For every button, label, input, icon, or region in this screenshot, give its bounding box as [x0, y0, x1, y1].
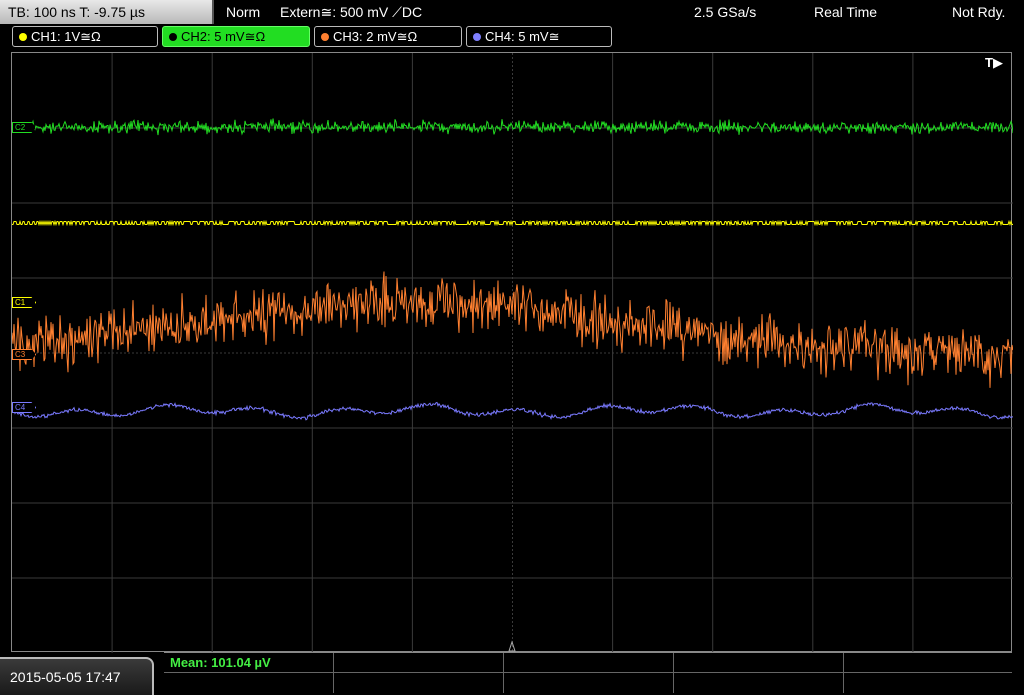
channel-4-dot-icon [473, 33, 481, 41]
waveform-canvas [12, 53, 1013, 653]
channel-bar: CH1: 1V≅Ω CH2: 5 mV≅Ω CH3: 2 mV≅Ω CH4: 5… [0, 26, 1024, 48]
graticule-grid [12, 53, 1013, 653]
measurement-cell-empty[interactable] [504, 673, 674, 693]
trigger-position-marker[interactable]: T▶ [985, 55, 1003, 71]
channel-4-button[interactable]: CH4: 5 mV≅ [466, 26, 612, 47]
channel-4-label: CH4: 5 mV≅ [485, 29, 560, 44]
channel-1-trace [12, 219, 1013, 227]
channel-2-button[interactable]: CH2: 5 mV≅Ω [162, 26, 310, 47]
channel-3-offset-marker[interactable]: C3 [12, 349, 37, 360]
timebase-readout[interactable]: TB: 100 ns T: -9.75 µs [0, 0, 214, 24]
trigger-source[interactable]: Extern≅: 500 mV ⟋DC [280, 0, 422, 24]
channel-4-offset-marker[interactable]: C4 [12, 402, 37, 413]
waveform-display[interactable]: T▶ C2 C1 C3 C4 [11, 52, 1013, 653]
status-bar: TB: 100 ns T: -9.75 µs Norm Extern≅: 500… [0, 0, 1024, 24]
channel-1-button[interactable]: CH1: 1V≅Ω [12, 26, 158, 47]
measurement-cell-empty[interactable] [674, 673, 844, 693]
measurement-cell[interactable]: Mean: 101.04 µV [164, 653, 334, 673]
footer-bar: 2015-05-05 17:47 Mean: 101.04 µV [0, 652, 1024, 695]
sample-rate: 2.5 GSa/s [694, 4, 757, 20]
measurement-cell-empty[interactable] [334, 673, 504, 693]
channel-2-label: CH2: 5 mV≅Ω [181, 29, 266, 44]
measurement-table: Mean: 101.04 µV [164, 652, 1012, 695]
channel-3-dot-icon [321, 33, 329, 41]
channel-1-dot-icon [19, 33, 27, 41]
trigger-mode[interactable]: Norm [226, 0, 260, 24]
measurement-mean-value: Mean: 101.04 µV [170, 655, 271, 670]
date-time: 2015-05-05 17:47 [0, 657, 154, 695]
channel-3-label: CH3: 2 mV≅Ω [333, 29, 418, 44]
trigger-status: Not Rdy. [952, 4, 1006, 20]
channel-2-offset-marker[interactable]: C2 [12, 122, 37, 133]
channel-2-dot-icon [169, 33, 177, 41]
channel-1-label: CH1: 1V≅Ω [31, 29, 101, 44]
measurement-cell-empty[interactable] [674, 653, 844, 673]
measurement-cell-empty[interactable] [334, 653, 504, 673]
measurement-cell-empty[interactable] [844, 653, 1012, 673]
channel-3-button[interactable]: CH3: 2 mV≅Ω [314, 26, 462, 47]
channel-1-offset-marker[interactable]: C1 [12, 297, 37, 308]
measurement-cell-empty[interactable] [504, 653, 674, 673]
channel-2-trace [12, 118, 1013, 136]
measurement-cell-empty[interactable] [164, 673, 334, 693]
acquisition-mode: Real Time [814, 4, 878, 20]
measurement-cell-empty[interactable] [844, 673, 1012, 693]
